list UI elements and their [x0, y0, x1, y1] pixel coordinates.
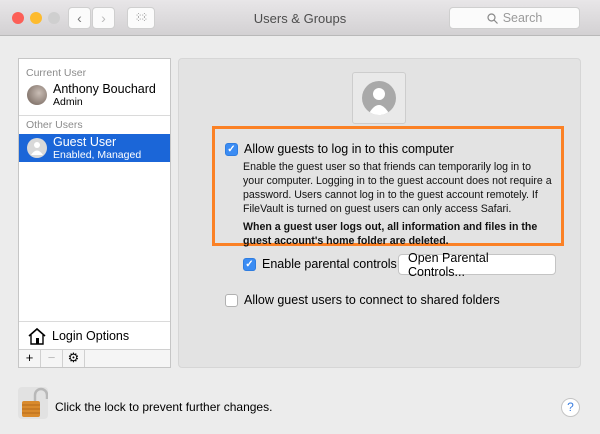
lock-button[interactable] — [18, 387, 49, 419]
warning-line: When a guest user logs out, all informat… — [243, 221, 538, 233]
house-icon — [28, 327, 46, 345]
description-line: Enable the guest user so that friends ca… — [243, 161, 531, 173]
login-options-label: Login Options — [52, 328, 130, 343]
user-list-sidebar: Current User Anthony Bouchard Admin Other… — [18, 58, 171, 368]
shared-folders-label: Allow guest users to connect to shared f… — [244, 293, 500, 307]
gear-icon: ⚙ — [67, 350, 80, 365]
checkbox-checked-icon: ✓ — [243, 257, 256, 271]
user-name: Guest User — [53, 134, 117, 149]
allow-guests-checkbox[interactable]: ✓ Allow guests to log in to this compute… — [225, 142, 454, 156]
parental-controls-checkbox[interactable]: ✓ Enable parental controls — [243, 257, 397, 271]
sidebar-toolbar: + − ⚙ — [19, 349, 170, 367]
description-line: FileVault is turned on guest users can o… — [243, 203, 512, 215]
user-role: Admin — [53, 95, 83, 108]
user-item-guest[interactable]: Guest User Enabled, Managed — [19, 134, 170, 162]
guest-picture[interactable] — [352, 72, 406, 124]
search-placeholder: Search — [502, 11, 543, 25]
lock-status-text: Click the lock to prevent further change… — [55, 400, 273, 414]
action-menu-button[interactable]: ⚙ — [63, 350, 85, 367]
description-line: password. Users cannot log in to the gue… — [243, 189, 538, 201]
other-users-header: Other Users — [19, 115, 170, 131]
title-bar: ‹ › ⁘⁘ ⁘⁘ Users & Groups Search — [0, 0, 600, 36]
parental-controls-label: Enable parental controls — [262, 257, 397, 271]
search-icon — [487, 12, 498, 24]
remove-user-button[interactable]: − — [41, 350, 63, 367]
warning-line: guest account's home folder are deleted. — [243, 235, 449, 247]
login-options-item[interactable]: Login Options — [19, 321, 170, 349]
allow-guests-label: Allow guests to log in to this computer — [244, 142, 454, 156]
help-button[interactable]: ? — [561, 398, 580, 417]
guest-description: Enable the guest user so that friends ca… — [243, 160, 552, 248]
checkbox-checked-icon: ✓ — [225, 142, 238, 156]
user-status: Enabled, Managed — [53, 148, 142, 161]
open-parental-controls-button[interactable]: Open Parental Controls... — [398, 251, 556, 279]
current-user-header: Current User — [26, 67, 87, 79]
unlocked-padlock-icon — [22, 387, 49, 417]
plus-icon: + — [25, 350, 34, 365]
search-input[interactable]: Search — [449, 7, 580, 29]
guest-avatar-icon — [27, 138, 47, 158]
avatar — [27, 85, 47, 105]
user-name: Anthony Bouchard — [53, 81, 156, 96]
description-line: your computer. Logging in to the guest a… — [243, 175, 552, 187]
checkbox-unchecked-icon — [225, 293, 238, 307]
minus-icon: − — [47, 350, 56, 365]
shared-folders-checkbox[interactable]: Allow guest users to connect to shared f… — [225, 293, 500, 307]
user-silhouette-icon — [362, 81, 396, 115]
user-item-current[interactable]: Anthony Bouchard Admin — [19, 79, 170, 111]
add-user-button[interactable]: + — [19, 350, 41, 367]
